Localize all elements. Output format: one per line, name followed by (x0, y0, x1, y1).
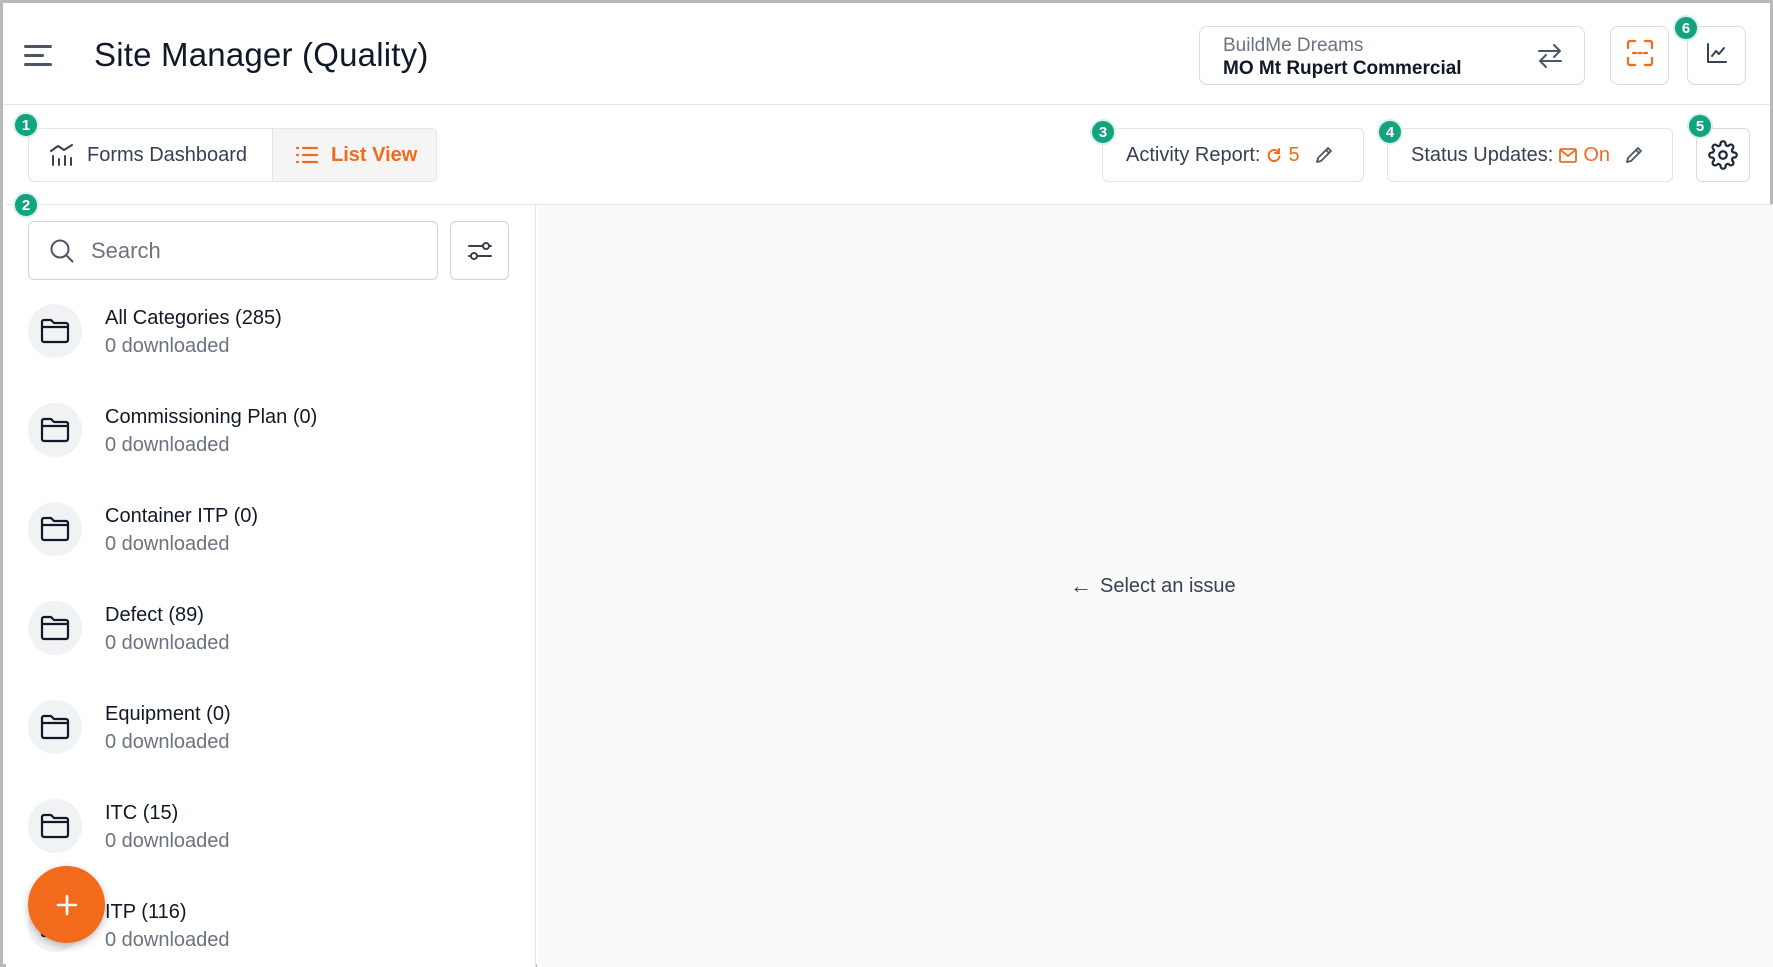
empty-state-hint: ← Select an issue (1070, 573, 1236, 599)
category-download-count: 0 downloaded (105, 830, 230, 852)
search-input[interactable] (91, 237, 391, 264)
tab-forms-dashboard[interactable]: Forms Dashboard (29, 129, 273, 181)
list-item[interactable]: Commissioning Plan (0) 0 downloaded (6, 403, 535, 502)
project-switcher[interactable]: BuildMe Dreams MO Mt Rupert Commercial (1199, 26, 1585, 85)
refresh-icon (1268, 148, 1281, 162)
edit-pencil-icon[interactable] (1624, 145, 1644, 165)
list-item[interactable]: Defect (89) 0 downloaded (6, 601, 535, 700)
folder-icon (28, 502, 82, 556)
category-title: Equipment (0) (105, 703, 231, 725)
activity-report-label: Activity Report: (1126, 143, 1261, 166)
category-download-count: 0 downloaded (105, 929, 230, 951)
search-icon (50, 239, 74, 262)
empty-state-text: Select an issue (1100, 574, 1236, 597)
status-updates-label: Status Updates: (1411, 143, 1554, 166)
tab-list-view[interactable]: List View (273, 129, 436, 181)
project-name: MO Mt Rupert Commercial (1223, 58, 1462, 79)
tab-forms-dashboard-label: Forms Dashboard (87, 143, 248, 166)
category-panel: All Categories (285) 0 downloaded Commis… (6, 205, 536, 967)
folder-icon (28, 304, 82, 358)
filter-button[interactable] (450, 221, 509, 280)
folder-icon (28, 799, 82, 853)
status-updates-control[interactable]: Status Updates: On (1387, 128, 1673, 182)
callout-badge: 3 (1090, 119, 1116, 145)
project-company: BuildMe Dreams (1223, 35, 1364, 56)
activity-report-value-wrap: 5 (1266, 143, 1300, 167)
category-list: All Categories (285) 0 downloaded Commis… (6, 304, 535, 967)
trend-chart-icon (1705, 41, 1729, 70)
app-window: Site Manager (Quality) BuildMe Dreams MO… (0, 0, 1773, 967)
category-download-count: 0 downloaded (105, 335, 230, 357)
callout-badge: 2 (13, 192, 39, 218)
folder-icon (28, 601, 82, 655)
issue-detail-panel: ← Select an issue (537, 205, 1773, 967)
list-icon (295, 145, 331, 165)
category-title: Commissioning Plan (0) (105, 406, 318, 428)
hamburger-menu-icon[interactable] (24, 45, 52, 67)
list-item[interactable]: Container ITP (0) 0 downloaded (6, 502, 535, 601)
page-title: Site Manager (Quality) (94, 36, 429, 73)
left-arrow-icon: ← (1070, 573, 1092, 598)
search-box[interactable] (28, 221, 438, 280)
add-button[interactable] (28, 866, 105, 943)
dashboard-chart-icon (49, 143, 87, 167)
category-title: ITP (116) (105, 901, 187, 923)
scan-button[interactable] (1610, 26, 1669, 85)
callout-badge: 4 (1377, 119, 1403, 145)
filter-sliders-icon (467, 240, 493, 262)
category-download-count: 0 downloaded (105, 731, 230, 753)
callout-badge: 6 (1673, 15, 1699, 41)
edit-pencil-icon[interactable] (1314, 145, 1334, 165)
callout-badge: 5 (1687, 113, 1713, 139)
scan-frame-icon (1626, 39, 1654, 72)
folder-icon (28, 403, 82, 457)
category-download-count: 0 downloaded (105, 533, 230, 555)
tab-list-view-label: List View (331, 143, 418, 166)
mail-icon (1559, 147, 1578, 163)
status-updates-value-wrap: On (1559, 144, 1610, 167)
plus-icon (54, 892, 80, 918)
callout-badge: 1 (13, 112, 39, 138)
app-header: Site Manager (Quality) BuildMe Dreams MO… (3, 3, 1770, 105)
list-item[interactable]: Equipment (0) 0 downloaded (6, 700, 535, 799)
category-title: ITC (15) (105, 802, 179, 824)
category-title: All Categories (285) (105, 307, 282, 329)
activity-report-control[interactable]: Activity Report: 5 (1102, 128, 1364, 182)
category-title: Defect (89) (105, 604, 204, 626)
category-download-count: 0 downloaded (105, 434, 230, 456)
status-updates-value: On (1583, 143, 1610, 166)
view-toggle: Forms Dashboard List View (28, 128, 437, 182)
swap-arrows-icon (1536, 43, 1564, 74)
gear-icon (1708, 140, 1738, 170)
category-title: Container ITP (0) (105, 505, 259, 527)
category-download-count: 0 downloaded (105, 632, 230, 654)
list-item[interactable]: All Categories (285) 0 downloaded (6, 304, 535, 403)
folder-icon (28, 700, 82, 754)
activity-report-value: 5 (1288, 143, 1300, 166)
